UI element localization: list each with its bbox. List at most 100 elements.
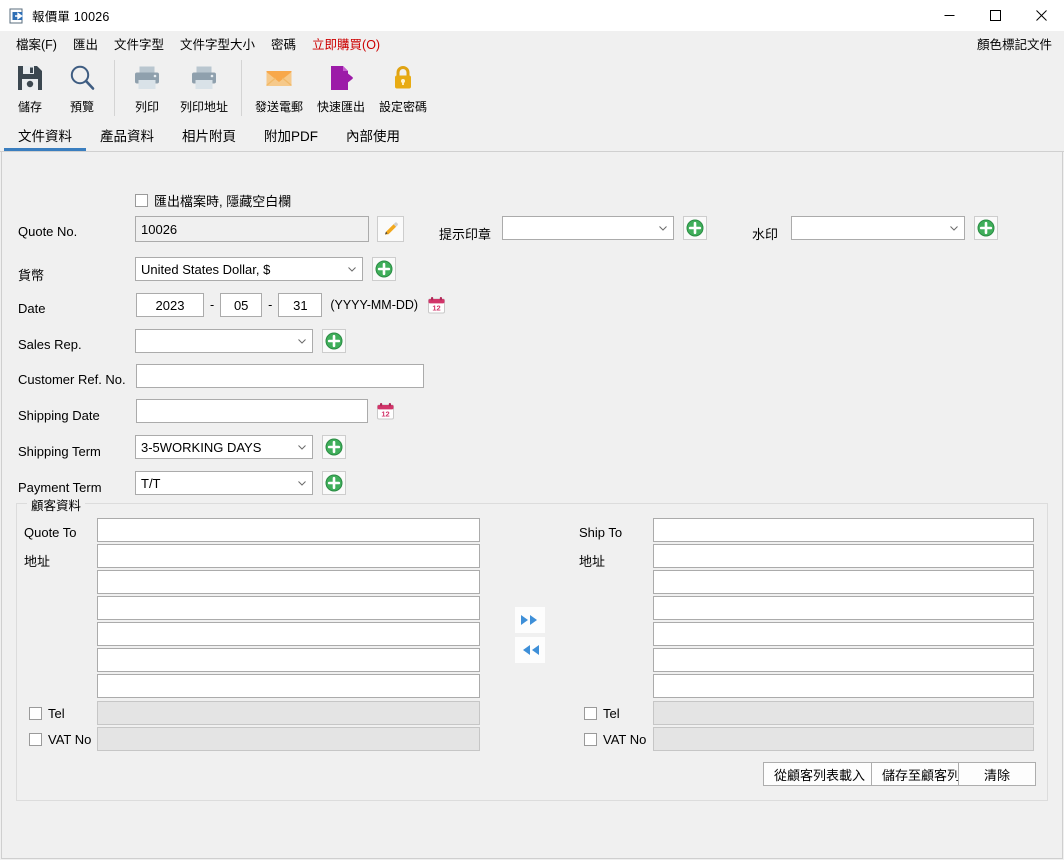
chevron-down-icon — [659, 226, 667, 231]
preview-label: 預覽 — [69, 100, 94, 114]
customer-data-groupbox: 顧客資料 Quote To 地址 Tel VAT No Ship To 地址 T… — [16, 495, 1048, 801]
ship-to-label: Ship To — [579, 525, 623, 540]
notice-stamp-add-button[interactable] — [683, 216, 707, 240]
quote-to-address-line-1[interactable] — [97, 544, 480, 568]
shipping-date-calendar-button[interactable]: 12 — [373, 399, 397, 423]
tab-photo-attachment[interactable]: 相片附頁 — [168, 122, 250, 151]
quick-export-button[interactable]: 快速匯出 — [310, 56, 372, 115]
printer-icon — [131, 62, 163, 94]
menu-buy-now[interactable]: 立即購買(O) — [304, 31, 388, 56]
ship-to-address-line-4[interactable] — [653, 622, 1034, 646]
currency-label: 貨幣 — [18, 268, 45, 283]
payment-term-value: T/T — [141, 475, 161, 491]
close-button[interactable] — [1018, 0, 1064, 31]
tab-internal-use[interactable]: 內部使用 — [332, 122, 414, 151]
copy-to-quote-to-button[interactable] — [515, 637, 545, 663]
quote-to-vat-checkbox[interactable] — [29, 733, 42, 746]
date-label-wrap: Date — [18, 301, 45, 316]
tab-product-data[interactable]: 產品資料 — [86, 122, 168, 151]
quote-to-name-input[interactable] — [97, 518, 480, 542]
hide-empty-fields-checkbox[interactable] — [135, 194, 148, 207]
chevron-down-icon — [298, 445, 306, 450]
send-email-label: 發送電郵 — [254, 100, 303, 114]
double-arrow-left-icon — [523, 645, 539, 655]
shipping-term-select[interactable]: 3-5WORKING DAYS — [135, 435, 313, 459]
menu-file[interactable]: 檔案(F) — [8, 31, 65, 56]
date-label: Date — [18, 301, 46, 316]
menu-color-mark-document[interactable]: 顏色標記文件 — [969, 31, 1060, 56]
date-calendar-button[interactable]: 12 — [424, 293, 448, 317]
sales-rep-select[interactable] — [135, 329, 313, 353]
customer-ref-no-input[interactable] — [136, 364, 424, 388]
payment-term-add-button[interactable] — [322, 471, 346, 495]
currency-add-button[interactable] — [372, 257, 396, 281]
date-year-input[interactable] — [136, 293, 204, 317]
ship-to-tel-input[interactable] — [653, 701, 1034, 725]
shipping-term-label: Shipping Term — [18, 444, 101, 459]
payment-term-label: Payment Term — [18, 480, 102, 495]
quote-no-label-wrap: Quote No. — [18, 224, 77, 239]
save-button[interactable]: 儲存 — [4, 56, 56, 115]
ship-to-tel-checkbox[interactable] — [584, 707, 597, 720]
tab-attached-pdf[interactable]: 附加PDF — [250, 122, 332, 151]
date-format-hint: (YYYY-MM-DD) — [330, 298, 419, 312]
ship-to-address-line-1[interactable] — [653, 544, 1034, 568]
sales-rep-field-wrap — [135, 329, 346, 353]
quote-to-address-line-4[interactable] — [97, 622, 480, 646]
menu-export[interactable]: 匯出 — [65, 31, 106, 56]
menu-password[interactable]: 密碼 — [263, 31, 304, 56]
date-day-input[interactable] — [278, 293, 323, 317]
copy-to-ship-to-button[interactable] — [515, 607, 545, 633]
date-month-input[interactable] — [220, 293, 263, 317]
quote-to-vat-label: VAT No — [48, 732, 92, 747]
export-document-icon — [9, 8, 25, 24]
shipping-term-add-button[interactable] — [322, 435, 346, 459]
load-from-customer-list-button[interactable]: 從顧客列表載入 — [763, 762, 877, 786]
watermark-select[interactable] — [791, 216, 965, 240]
ship-to-name-input[interactable] — [653, 518, 1034, 542]
set-password-button[interactable]: 設定密碼 — [372, 56, 434, 115]
hide-empty-fields-row: 匯出檔案時, 隱藏空白欄 — [135, 191, 291, 210]
menu-document-font[interactable]: 文件字型 — [106, 31, 172, 56]
quote-no-input[interactable] — [135, 216, 369, 242]
quote-to-address-line-3[interactable] — [97, 596, 480, 620]
watermark-label-wrap: 水印 — [752, 224, 778, 243]
ship-to-address-line-3[interactable] — [653, 596, 1034, 620]
envelope-icon — [263, 62, 295, 94]
ship-to-address-line-5[interactable] — [653, 648, 1034, 672]
quote-to-address-line-2[interactable] — [97, 570, 480, 594]
quote-to-address-line-6[interactable] — [97, 674, 480, 698]
menu-bar: 檔案(F) 匯出 文件字型 文件字型大小 密碼 立即購買(O) 顏色標記文件 — [0, 31, 1064, 56]
quote-no-edit-button[interactable] — [377, 216, 404, 242]
preview-button[interactable]: 預覽 — [56, 56, 108, 115]
send-email-button[interactable]: 發送電郵 — [248, 56, 310, 115]
set-password-label: 設定密碼 — [378, 100, 427, 114]
quote-to-vat-input[interactable] — [97, 727, 480, 751]
quote-to-tel-checkbox[interactable] — [29, 707, 42, 720]
currency-select[interactable]: United States Dollar, $ — [135, 257, 363, 281]
quote-to-address-line-5[interactable] — [97, 648, 480, 672]
quote-to-tel-label: Tel — [48, 706, 65, 721]
watermark-add-button[interactable] — [974, 216, 998, 240]
ship-to-address-line-2[interactable] — [653, 570, 1034, 594]
menu-document-font-size[interactable]: 文件字型大小 — [172, 31, 263, 56]
printer-address-icon — [188, 62, 220, 94]
ship-to-vat-input[interactable] — [653, 727, 1034, 751]
print-address-button[interactable]: 列印地址 — [173, 56, 235, 115]
ship-to-address-line-6[interactable] — [653, 674, 1034, 698]
maximize-button[interactable] — [972, 0, 1018, 31]
toolbar-separator-2 — [241, 60, 242, 116]
tab-document-data[interactable]: 文件資料 — [4, 122, 86, 151]
minimize-button[interactable] — [926, 0, 972, 31]
quote-to-tel-input[interactable] — [97, 701, 480, 725]
chevron-down-icon — [298, 339, 306, 344]
payment-term-select[interactable]: T/T — [135, 471, 313, 495]
clear-customer-button[interactable]: 清除 — [958, 762, 1036, 786]
ship-to-vat-checkbox[interactable] — [584, 733, 597, 746]
print-button[interactable]: 列印 — [121, 56, 173, 115]
sales-rep-add-button[interactable] — [322, 329, 346, 353]
notice-stamp-select[interactable] — [502, 216, 674, 240]
currency-field-wrap: United States Dollar, $ — [135, 257, 396, 281]
shipping-date-input[interactable] — [136, 399, 368, 423]
chevron-down-icon — [298, 481, 306, 486]
